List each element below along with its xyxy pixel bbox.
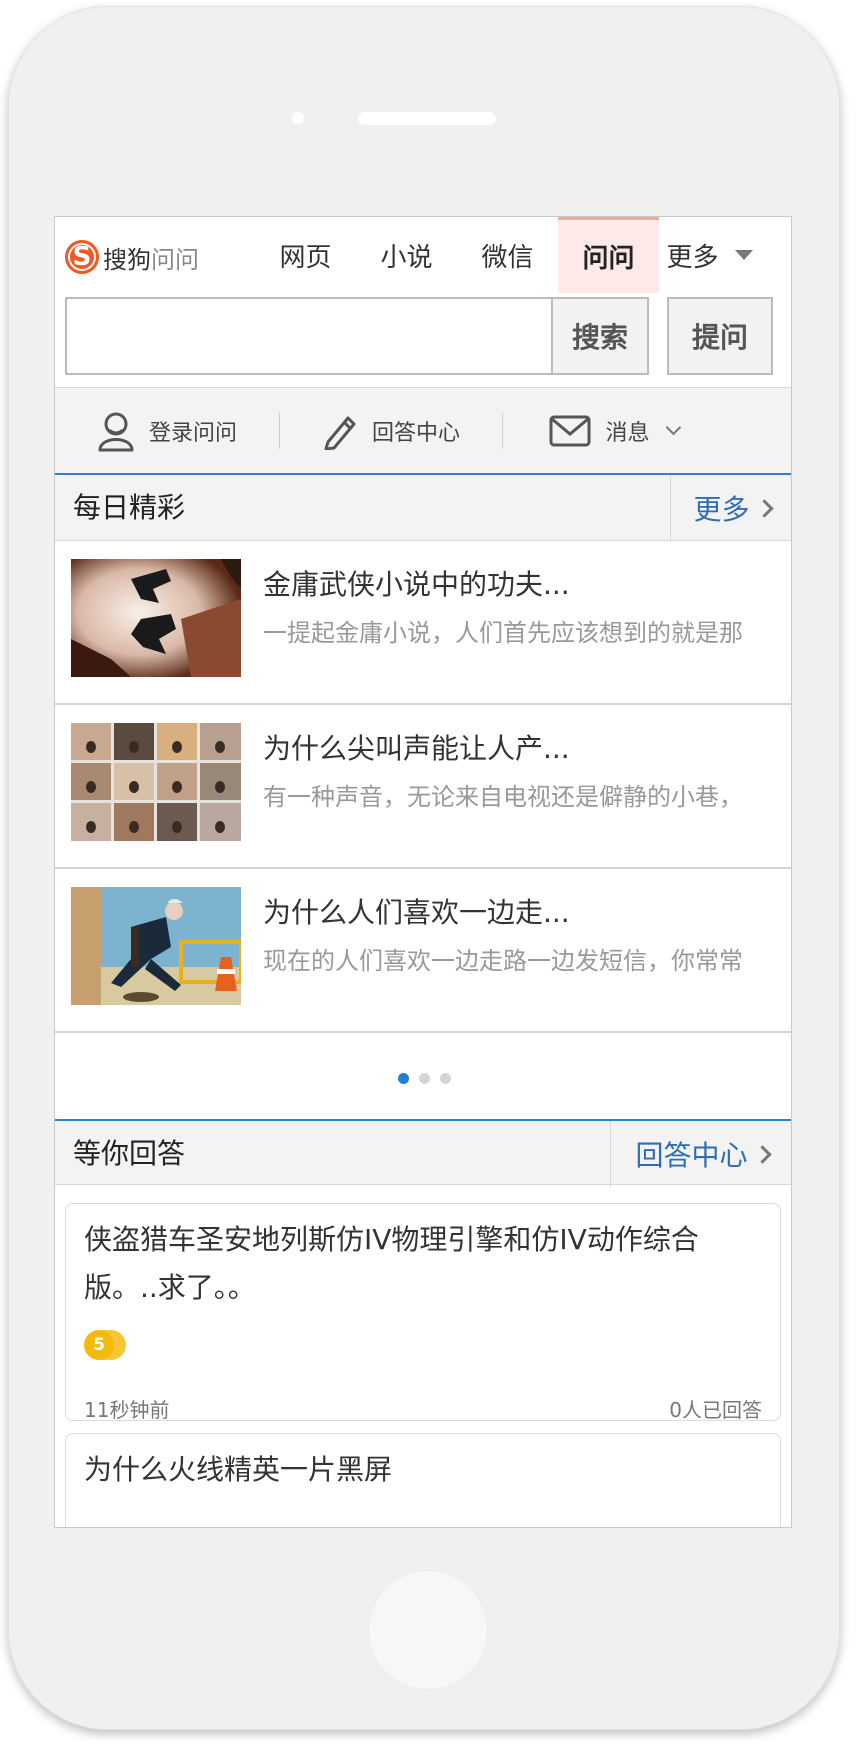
daily-more-link[interactable]: 更多 xyxy=(670,475,791,541)
login-link[interactable]: 登录问问 xyxy=(55,387,279,475)
tab-weixin-label: 微信 xyxy=(481,242,534,273)
tab-novel-label: 小说 xyxy=(380,242,433,273)
answer-center-more-link[interactable]: 回答中心 xyxy=(610,1121,791,1187)
section-title: 等你回答 xyxy=(73,1137,186,1170)
top-navigation: S 搜狗 问问 网页 小说 微信 问问 更多 xyxy=(55,217,791,293)
answer-center-link[interactable]: 回答中心 xyxy=(280,387,502,475)
article-item[interactable]: 金庸武侠小说中的功夫... 一提起金庸小说，人们首先应该想到的就是那 xyxy=(55,541,791,705)
tab-novel[interactable]: 小说 xyxy=(356,217,457,293)
user-toolbar: 登录问问 回答中心 消息 xyxy=(55,387,791,475)
channel-tabs: 网页 小说 微信 问问 更多 xyxy=(255,217,760,293)
search-bar: 搜索 提问 xyxy=(65,297,783,375)
waiting-section-header: 等你回答 回答中心 xyxy=(55,1119,791,1187)
user-icon xyxy=(98,412,134,451)
daily-section-header: 每日精彩 更多 xyxy=(55,475,791,541)
search-button[interactable]: 搜索 xyxy=(551,297,649,375)
section-title: 每日精彩 xyxy=(73,491,186,524)
article-title: 为什么尖叫声能让人产... xyxy=(263,732,570,765)
envelope-icon xyxy=(549,415,591,446)
walking-man-image xyxy=(71,887,241,1005)
answer-center-more-label: 回答中心 xyxy=(635,1139,748,1172)
pager-dot[interactable] xyxy=(418,1072,430,1084)
phone-frame: S 搜狗 问问 网页 小说 微信 问问 更多 搜索 提问 登录问问 回答中心 消… xyxy=(8,6,840,1730)
question-title: 侠盗猎车圣安地列斯仿IV物理引擎和仿IV动作综合版。..求了。。 xyxy=(84,1223,699,1304)
front-camera xyxy=(292,112,304,124)
sogou-logo[interactable]: S 搜狗 问问 xyxy=(65,237,199,277)
tab-more[interactable]: 更多 xyxy=(659,217,760,293)
question-time: 11秒钟前 xyxy=(84,1398,170,1422)
dropdown-arrow-icon xyxy=(734,250,753,260)
article-thumbnail xyxy=(71,887,241,1005)
answer-count: 0人已回答 xyxy=(669,1398,762,1422)
article-summary: 现在的人们喜欢一边走路一边发短信，你常常 xyxy=(263,947,743,975)
pager-dot[interactable] xyxy=(439,1072,451,1084)
messages-link[interactable]: 消息 xyxy=(503,387,725,475)
search-input[interactable] xyxy=(65,297,551,375)
screaming-faces-image xyxy=(71,723,241,841)
question-card[interactable]: 为什么火线精英一片黑屏 xyxy=(65,1433,781,1527)
article-summary: 一提起金庸小说，人们首先应该想到的就是那 xyxy=(263,619,743,647)
question-title: 为什么火线精英一片黑屏 xyxy=(84,1453,393,1486)
question-card[interactable]: 侠盗猎车圣安地列斯仿IV物理引擎和仿IV动作综合版。..求了。。 5 11秒钟前… xyxy=(65,1203,781,1422)
article-item[interactable]: 为什么人们喜欢一边走... 现在的人们喜欢一边走路一边发短信，你常常 xyxy=(55,869,791,1033)
login-label: 登录问问 xyxy=(148,420,237,446)
answer-center-label: 回答中心 xyxy=(371,420,460,446)
reward-badge: 5 xyxy=(84,1330,130,1360)
home-button[interactable] xyxy=(368,1570,488,1690)
chevron-down-icon xyxy=(665,419,681,436)
article-item[interactable]: 为什么尖叫声能让人产... 有一种声音，无论来自电视还是僻静的小巷， xyxy=(55,705,791,869)
tab-web[interactable]: 网页 xyxy=(255,217,356,293)
logo-brand-text: 搜狗 xyxy=(103,245,151,274)
article-thumbnail xyxy=(71,723,241,841)
tab-web-label: 网页 xyxy=(279,242,332,273)
article-thumbnail xyxy=(71,559,241,677)
tab-weixin[interactable]: 微信 xyxy=(457,217,558,293)
tab-wenwen[interactable]: 问问 xyxy=(558,217,659,293)
logo-product-text: 问问 xyxy=(151,245,199,274)
ask-question-button[interactable]: 提问 xyxy=(667,297,773,375)
earpiece-speaker xyxy=(358,112,496,125)
sogou-logo-icon: S xyxy=(65,240,99,274)
tab-more-label: 更多 xyxy=(666,242,719,273)
pager-dot-active[interactable] xyxy=(397,1072,409,1084)
chevron-right-icon xyxy=(752,1144,772,1164)
article-title: 金庸武侠小说中的功夫... xyxy=(263,568,570,601)
reward-amount: 5 xyxy=(84,1330,114,1360)
messages-label: 消息 xyxy=(605,420,650,446)
article-summary: 有一种声音，无论来自电视还是僻静的小巷， xyxy=(263,783,743,811)
app-screen: S 搜狗 问问 网页 小说 微信 问问 更多 搜索 提问 登录问问 回答中心 消… xyxy=(54,216,792,1528)
carousel-pager xyxy=(55,1035,791,1121)
martial-arts-image xyxy=(71,559,241,677)
chevron-right-icon xyxy=(754,498,774,518)
more-label: 更多 xyxy=(693,493,750,526)
article-title: 为什么人们喜欢一边走... xyxy=(263,896,570,929)
tab-wenwen-label: 问问 xyxy=(582,244,635,274)
pencil-icon xyxy=(324,416,356,450)
